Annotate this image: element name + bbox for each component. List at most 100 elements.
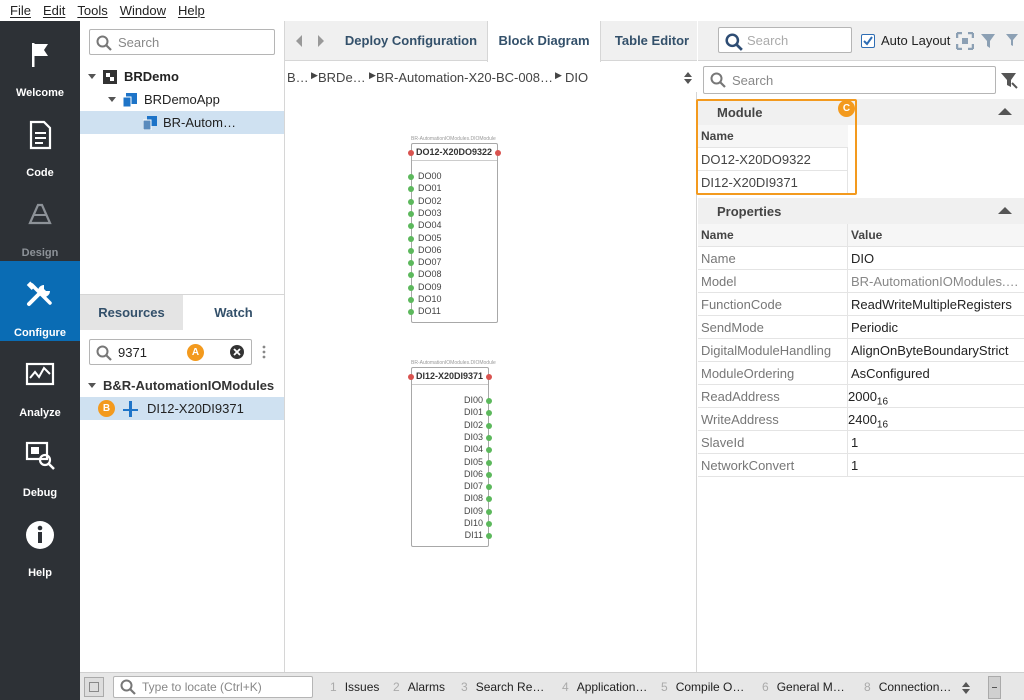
nav-code[interactable]: Code bbox=[0, 101, 80, 181]
status-tab[interactable]: 1 Issues bbox=[330, 680, 379, 694]
pin-port[interactable] bbox=[486, 471, 492, 478]
menu-edit[interactable]: Edit bbox=[37, 3, 71, 18]
tree-item-resource-result[interactable]: B DI12-X20DI9371 bbox=[80, 397, 284, 420]
property-row[interactable]: SlaveId 1 bbox=[698, 431, 1024, 454]
panel-toggle-icon[interactable] bbox=[84, 677, 104, 697]
pin-port[interactable] bbox=[486, 459, 492, 466]
status-tab-label: Connection… bbox=[878, 680, 952, 694]
tab-watch[interactable]: Watch bbox=[183, 295, 284, 330]
property-row[interactable]: ModuleOrdering AsConfigured bbox=[698, 362, 1024, 385]
column-header: Value bbox=[851, 228, 883, 242]
forward-icon[interactable] bbox=[316, 34, 326, 48]
menu-window[interactable]: Window bbox=[114, 3, 172, 18]
pin-port[interactable] bbox=[408, 235, 414, 242]
breadcrumb-item[interactable]: BR-Automation-X20-BC-008… bbox=[376, 70, 553, 85]
clear-icon[interactable] bbox=[230, 345, 244, 359]
property-row[interactable]: NetworkConvert 1 bbox=[698, 454, 1024, 477]
status-tab[interactable]: 5 Compile O… bbox=[661, 680, 744, 694]
status-tab[interactable]: 6 General M… bbox=[762, 680, 845, 694]
pin-port[interactable] bbox=[408, 284, 414, 291]
property-value: ReadWriteMultipleRegisters bbox=[851, 297, 1012, 312]
annotation-badge-c: C bbox=[838, 100, 855, 117]
status-tab-label: Search Re… bbox=[475, 680, 545, 694]
pin-port[interactable] bbox=[408, 247, 414, 254]
property-row[interactable]: SendMode Periodic bbox=[698, 316, 1024, 339]
expand-icon[interactable] bbox=[88, 383, 96, 388]
pin-port[interactable] bbox=[486, 434, 492, 441]
pin-port[interactable] bbox=[408, 174, 414, 180]
property-row[interactable]: WriteAddress 240016 bbox=[698, 408, 1024, 431]
more-options-icon[interactable] bbox=[262, 345, 266, 359]
nav-welcome[interactable]: Welcome bbox=[0, 21, 80, 101]
menu-file[interactable]: File bbox=[4, 3, 37, 18]
nav-debug[interactable]: Debug bbox=[0, 421, 80, 501]
breadcrumb: B… ▶ BRDe… ▶ BR-Automation-X20-BC-008… ▶… bbox=[285, 62, 697, 92]
nav-configure[interactable]: Configure bbox=[0, 261, 80, 341]
tree-item-selected[interactable]: BR-Autom… bbox=[80, 111, 284, 134]
pin-port[interactable] bbox=[408, 210, 414, 217]
locate-input[interactable]: Type to locate (Ctrl+K) bbox=[113, 676, 313, 698]
property-row[interactable]: Model BR-AutomationIOModules.… bbox=[698, 270, 1024, 293]
nav-help[interactable]: Help bbox=[0, 501, 80, 581]
pin-label: DO07 bbox=[418, 257, 442, 268]
tab-deploy-configuration[interactable]: Deploy Configuration bbox=[341, 21, 481, 61]
search-icon bbox=[710, 72, 726, 88]
updown-icon[interactable] bbox=[683, 71, 693, 85]
auto-layout-checkbox[interactable] bbox=[861, 34, 875, 48]
filter-icon[interactable] bbox=[980, 32, 998, 50]
diagram-search-input[interactable]: Search bbox=[718, 27, 852, 53]
breadcrumb-item[interactable]: B… bbox=[287, 70, 309, 85]
status-tab[interactable]: 4 Application… bbox=[562, 680, 647, 694]
property-row[interactable]: ReadAddress 200016 bbox=[698, 385, 1024, 408]
minimize-panel-button[interactable] bbox=[988, 676, 1001, 699]
pin-port[interactable] bbox=[486, 521, 492, 527]
expand-icon[interactable] bbox=[108, 97, 116, 102]
annotation-badge-b: B bbox=[98, 400, 115, 417]
block-port[interactable] bbox=[495, 150, 501, 156]
nav-label: Design bbox=[21, 247, 59, 259]
status-tab[interactable]: 2 Alarms bbox=[393, 680, 445, 694]
pin-port[interactable] bbox=[486, 422, 492, 429]
fit-view-icon[interactable] bbox=[956, 32, 974, 50]
pin-label: DI00 bbox=[463, 395, 483, 405]
expand-icon[interactable] bbox=[88, 74, 96, 79]
tree-item-brdemoapp[interactable]: BRDemoApp bbox=[108, 88, 220, 111]
updown-icon[interactable] bbox=[961, 681, 971, 695]
property-row[interactable]: FunctionCode ReadWriteMultipleRegisters bbox=[698, 293, 1024, 316]
breadcrumb-item[interactable]: BRDe… bbox=[318, 70, 366, 85]
collapse-icon[interactable] bbox=[998, 108, 1012, 115]
tree-item-resource-group[interactable]: B&R-AutomationIOModules bbox=[88, 374, 274, 397]
properties-section-header[interactable]: Properties bbox=[698, 198, 1024, 224]
properties-search-input[interactable]: Search bbox=[703, 66, 996, 94]
tab-table-editor[interactable]: Table Editor bbox=[607, 21, 697, 61]
property-row[interactable]: DigitalModuleHandling AlignOnByteBoundary… bbox=[698, 339, 1024, 362]
menu-tools[interactable]: Tools bbox=[71, 3, 113, 18]
back-icon[interactable] bbox=[294, 34, 304, 48]
tab-block-diagram[interactable]: Block Diagram bbox=[487, 21, 601, 62]
status-tab-number: 3 bbox=[461, 680, 468, 694]
status-tab[interactable]: 8 Connection… bbox=[864, 680, 951, 694]
tree-item-brdemo[interactable]: BRDemo bbox=[88, 65, 179, 88]
pin-port[interactable] bbox=[408, 297, 414, 303]
filter-icon[interactable] bbox=[1000, 71, 1018, 89]
menu-help[interactable]: Help bbox=[172, 3, 211, 18]
breadcrumb-item[interactable]: DIO bbox=[565, 70, 588, 85]
info-icon bbox=[26, 521, 54, 549]
pin-port[interactable] bbox=[408, 198, 414, 205]
nav-design[interactable]: Design bbox=[0, 181, 80, 261]
tab-resources[interactable]: Resources bbox=[80, 295, 183, 330]
resources-filter-input[interactable]: 9371 A bbox=[89, 339, 252, 365]
pin-port[interactable] bbox=[486, 508, 492, 515]
property-row[interactable]: Name DIO bbox=[698, 247, 1024, 270]
collapse-icon[interactable] bbox=[998, 207, 1012, 214]
property-name: SendMode bbox=[701, 320, 764, 335]
pin-port[interactable] bbox=[486, 398, 492, 404]
block-port[interactable] bbox=[408, 374, 414, 380]
status-tab[interactable]: 3 Search Re… bbox=[461, 680, 544, 694]
nav-analyze[interactable]: Analyze bbox=[0, 341, 80, 421]
export-icon[interactable] bbox=[1003, 32, 1021, 50]
block-port[interactable] bbox=[486, 374, 492, 380]
search-icon bbox=[96, 345, 112, 361]
project-search-input[interactable]: Search bbox=[89, 29, 275, 55]
block-port[interactable] bbox=[408, 150, 414, 156]
